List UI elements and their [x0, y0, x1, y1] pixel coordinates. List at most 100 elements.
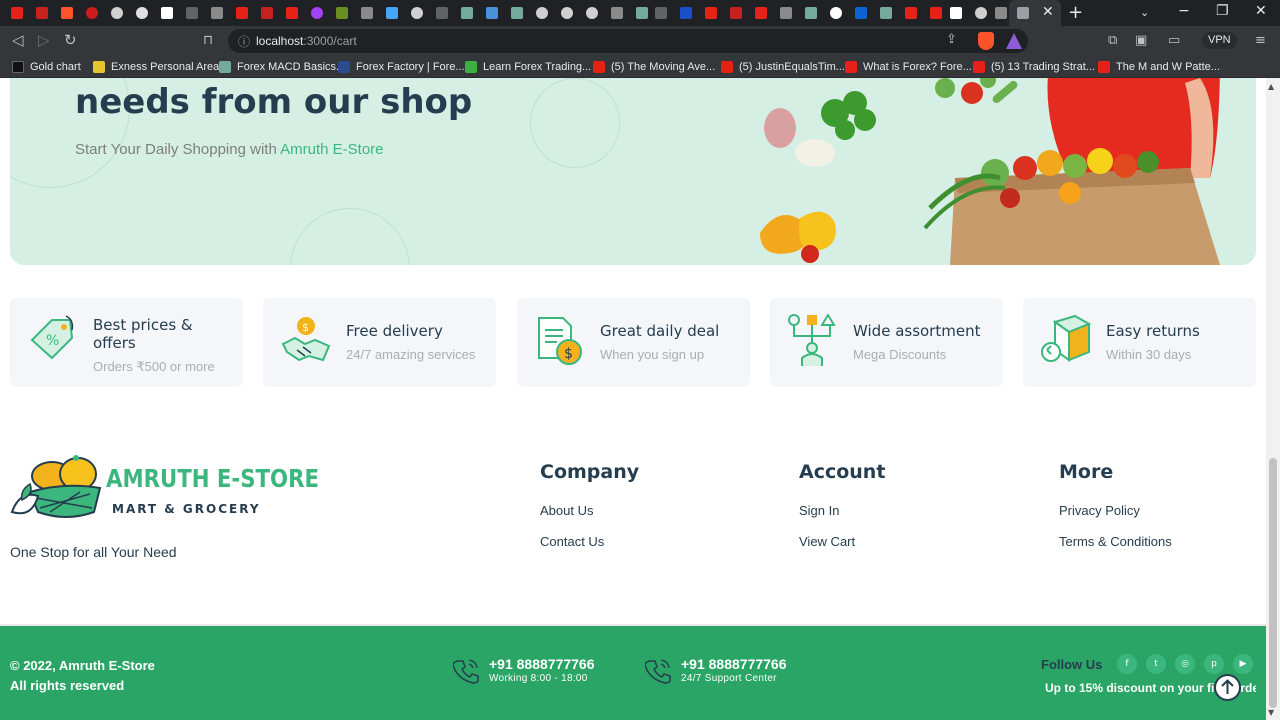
tab-opera[interactable] [83, 4, 101, 22]
footer-link-view-cart[interactable]: View Cart [799, 534, 855, 549]
tab-site[interactable] [972, 4, 990, 22]
tab-site[interactable] [583, 4, 601, 22]
back-arrow-icon[interactable]: ◁ [12, 31, 24, 49]
scroll-down-arrow-icon[interactable]: ▼ [1268, 708, 1274, 717]
bookmark-item[interactable]: (5) The Moving Ave... [593, 60, 715, 74]
tab-gmail[interactable] [727, 4, 745, 22]
tab-chatgpt[interactable] [633, 4, 651, 22]
feature-title: Wide assortment [853, 322, 981, 340]
maximize-icon[interactable]: ❐ [1216, 3, 1229, 19]
tab-site[interactable] [558, 4, 576, 22]
extensions-icon[interactable]: ⧉ [1108, 33, 1117, 48]
svg-text:%: % [46, 333, 59, 349]
tab-site[interactable] [108, 4, 126, 22]
sidebar-icon[interactable]: ▣ [1135, 33, 1147, 48]
close-tab-icon[interactable]: ✕ [1042, 4, 1054, 20]
tab-chatgpt[interactable] [877, 4, 895, 22]
new-tab-plus-icon[interactable]: + [1068, 2, 1083, 23]
brave-shields-icon[interactable] [978, 32, 994, 50]
feature-subtitle: When you sign up [600, 347, 705, 362]
site-info-icon[interactable]: ⓘ [238, 33, 250, 50]
bookmark-icon[interactable]: ⊓ [203, 33, 213, 48]
tab-site[interactable] [308, 4, 326, 22]
twitter-icon[interactable]: t [1146, 654, 1166, 674]
bookmark-item[interactable]: The M and W Patte... [1098, 60, 1220, 74]
scroll-up-arrow-icon[interactable]: ▲ [1268, 82, 1274, 91]
footer-link-sign-in[interactable]: Sign In [799, 503, 839, 518]
tab-site[interactable] [533, 4, 551, 22]
footer-column-title-company: Company [540, 461, 640, 483]
facebook-icon[interactable]: f [1117, 654, 1137, 674]
bookmark-item[interactable]: Forex MACD Basics. [219, 60, 339, 74]
tab-youtube[interactable] [927, 4, 945, 22]
reload-icon[interactable]: ↻ [64, 31, 77, 49]
logo-subtitle: MART & GROCERY [112, 502, 261, 516]
instagram-icon[interactable]: ◎ [1175, 654, 1195, 674]
tab-site[interactable] [483, 4, 501, 22]
tab-site[interactable] [608, 4, 626, 22]
footer-link-contact-us[interactable]: Contact Us [540, 534, 604, 549]
tab-site[interactable] [777, 4, 795, 22]
forward-arrow-icon[interactable]: ▷ [38, 31, 50, 49]
tab-active-cart[interactable]: ✕ [1009, 0, 1061, 26]
menu-icon[interactable]: ≡ [1255, 33, 1266, 48]
tab-site[interactable] [133, 4, 151, 22]
tab-flutter[interactable] [383, 4, 401, 22]
tab-chatgpt[interactable] [508, 4, 526, 22]
bookmark-item[interactable]: (5) JustinEqualsTim... [721, 60, 845, 74]
bookmark-item[interactable]: What is Forex? Fore... [845, 60, 972, 74]
site-logo[interactable]: AMRUTH E-STORE MART & GROCERY [10, 454, 319, 524]
wallet-icon[interactable]: ▭ [1168, 33, 1180, 48]
youtube-icon[interactable]: ▶ [1233, 654, 1253, 674]
tab-onedrive[interactable] [852, 4, 870, 22]
tab-youtube[interactable] [752, 4, 770, 22]
page-scrollbar[interactable]: ▲ ▼ [1266, 78, 1280, 720]
share-icon[interactable]: ⇪ [946, 32, 957, 47]
browser-toolbar: ◁ ▷ ↻ ⊓ ⓘ localhost:3000/cart ⇪ ⧉ ▣ ▭ VP… [0, 26, 1280, 56]
pinterest-icon[interactable]: p [1204, 654, 1224, 674]
tab-site[interactable] [333, 4, 351, 22]
forexfactory-icon [338, 61, 350, 73]
tab-youtube[interactable] [283, 4, 301, 22]
tab-gmail[interactable] [258, 4, 276, 22]
bookmark-item[interactable]: Learn Forex Trading... [465, 60, 591, 74]
tab-site[interactable] [408, 4, 426, 22]
tab-youtube[interactable] [702, 4, 720, 22]
bookmark-item[interactable]: Gold chart [12, 60, 81, 74]
phone-hours: 24/7 Support Center [681, 673, 777, 684]
tab-chatgpt[interactable] [802, 4, 820, 22]
address-bar[interactable]: ⓘ localhost:3000/cart ⇪ [228, 29, 1028, 53]
tab-site[interactable] [992, 4, 1010, 22]
tab-site[interactable] [677, 4, 695, 22]
tab-site[interactable] [183, 4, 201, 22]
minimize-icon[interactable]: − [1178, 3, 1190, 19]
footer-link-about-us[interactable]: About Us [540, 503, 593, 518]
tab-youtube[interactable] [233, 4, 251, 22]
bookmark-item[interactable]: Exness Personal Area [93, 60, 219, 74]
brave-rewards-icon[interactable] [1006, 33, 1022, 49]
bookmark-item[interactable]: Forex Factory | Fore... [338, 60, 465, 74]
tab-search-chevron-icon[interactable]: ⌄ [1140, 6, 1149, 19]
tab-medium[interactable] [947, 4, 965, 22]
tab-site[interactable] [358, 4, 376, 22]
tab-youtube[interactable] [8, 4, 26, 22]
tab-chatgpt[interactable] [458, 4, 476, 22]
tab-github[interactable] [827, 4, 845, 22]
bookmark-item[interactable]: (5) 13 Trading Strat... [973, 60, 1095, 74]
footer-link-terms[interactable]: Terms & Conditions [1059, 534, 1172, 549]
footer-link-privacy-policy[interactable]: Privacy Policy [1059, 503, 1140, 518]
tab-site[interactable] [208, 4, 226, 22]
tab-gmail[interactable] [33, 4, 51, 22]
tab-site[interactable] [158, 4, 176, 22]
tab-site[interactable] [652, 4, 670, 22]
scrollbar-thumb[interactable] [1269, 458, 1277, 708]
vpn-button[interactable]: VPN [1202, 32, 1237, 49]
tab-site[interactable] [433, 4, 451, 22]
back-to-top-button[interactable] [1214, 674, 1241, 701]
tab-youtube[interactable] [902, 4, 920, 22]
assortment-icon [788, 314, 836, 366]
feature-card-free-delivery: $ Free delivery 24/7 amazing services [263, 298, 496, 387]
close-window-icon[interactable]: ✕ [1255, 3, 1267, 19]
phone-hours: Working 8:00 - 18:00 [489, 673, 588, 684]
tab-brave[interactable] [58, 4, 76, 22]
